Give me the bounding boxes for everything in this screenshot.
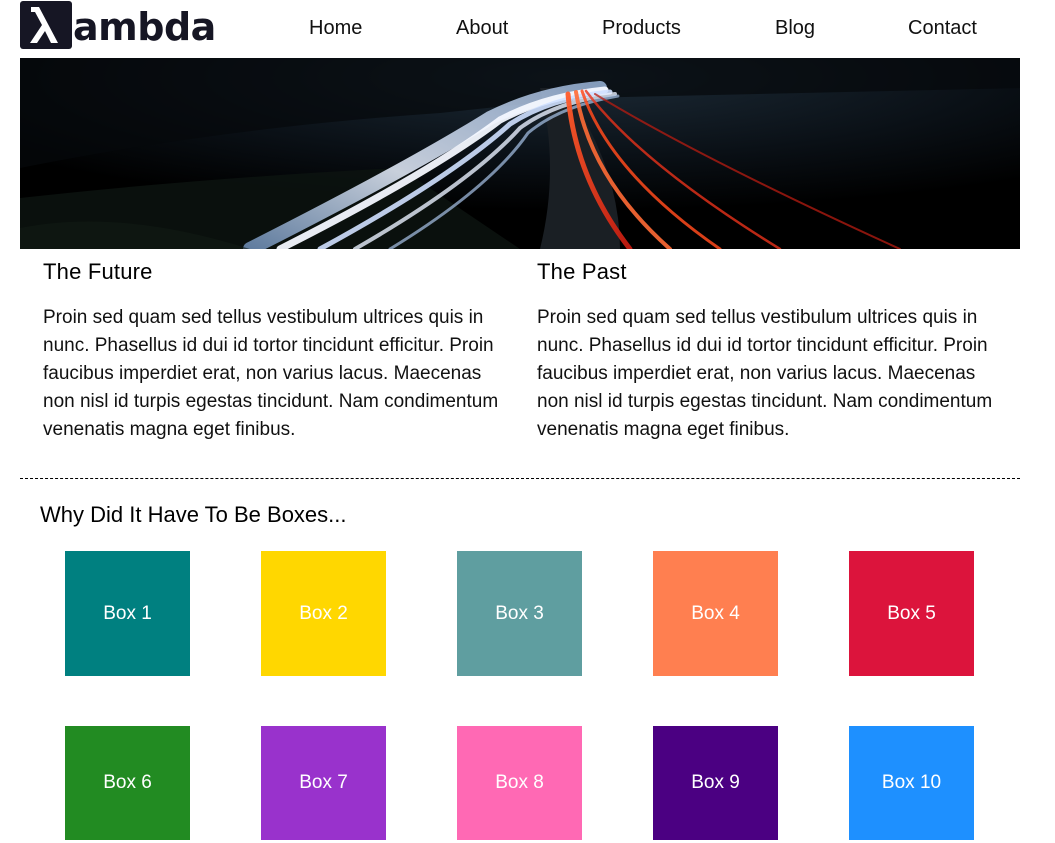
box-3: Box 3	[457, 551, 582, 676]
box-8: Box 8	[457, 726, 582, 840]
site-header: ambda Home About Products Blog Contact	[20, 0, 1020, 58]
box-5: Box 5	[849, 551, 974, 676]
nav-about-link[interactable]: About	[456, 17, 508, 39]
nav-blog-link[interactable]: Blog	[775, 17, 815, 39]
box-9: Box 9	[653, 726, 778, 840]
boxes-heading: Why Did It Have To Be Boxes...	[40, 502, 347, 527]
box-1: Box 1	[65, 551, 190, 676]
box-10: Box 10	[849, 726, 974, 840]
box-2: Box 2	[261, 551, 386, 676]
future-section: The Future Proin sed quam sed tellus ves…	[43, 258, 508, 444]
box-4: Box 4	[653, 551, 778, 676]
nav-contact-link[interactable]: Contact	[908, 17, 977, 39]
page: ambda Home About Products Blog Contact T…	[0, 0, 1055, 843]
future-heading: The Future	[43, 259, 153, 284]
dashed-divider	[20, 478, 1020, 479]
future-paragraph: Proin sed quam sed tellus vestibulum ult…	[43, 307, 499, 440]
nav-home-link[interactable]: Home	[309, 17, 362, 39]
nav-products-link[interactable]: Products	[602, 17, 681, 39]
main-nav: Home About Products Blog Contact	[20, 0, 1020, 58]
past-section: The Past Proin sed quam sed tellus vesti…	[537, 258, 1002, 444]
past-heading: The Past	[537, 259, 627, 284]
hero-image	[20, 58, 1020, 249]
past-paragraph: Proin sed quam sed tellus vestibulum ult…	[537, 307, 993, 440]
box-7: Box 7	[261, 726, 386, 840]
box-6: Box 6	[65, 726, 190, 840]
